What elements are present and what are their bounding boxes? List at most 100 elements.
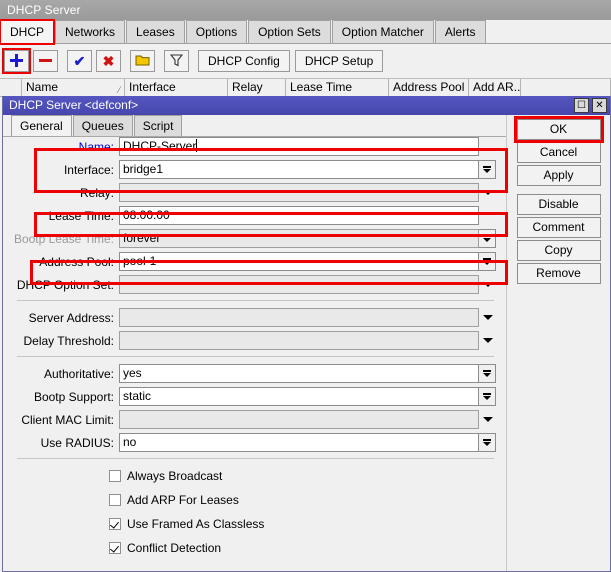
field-row-bootp-support: Bootp Support: static (3, 387, 508, 406)
input-interface[interactable]: bridge1 (119, 160, 479, 179)
dhcp-config-button[interactable]: DHCP Config (198, 49, 290, 72)
disable-button[interactable]: ✖ (96, 49, 121, 72)
maximize-icon[interactable]: ☐ (574, 98, 589, 113)
main-tab-option-matcher[interactable]: Option Matcher (331, 20, 434, 43)
dropdown-button-interface[interactable] (479, 160, 496, 179)
chevron-down-icon (482, 315, 493, 320)
cancel-button[interactable]: Cancel (516, 142, 601, 163)
input-name[interactable]: DHCP-Server (119, 137, 479, 156)
checkbox-row-conflict-detection[interactable]: Conflict Detection (3, 538, 508, 557)
column-header-interface[interactable]: Interface (125, 79, 228, 97)
dialog-title-bar[interactable]: DHCP Server <defconf> ☐ ✕ (3, 96, 610, 115)
checkbox-row-add-arp-for-leases[interactable]: Add ARP For Leases (3, 490, 508, 509)
label-dhcp-option-set: DHCP Option Set: (16, 277, 114, 292)
enable-button[interactable]: ✔ (67, 49, 92, 72)
input-relay[interactable] (119, 183, 479, 202)
dialog-tab-queues[interactable]: Queues (72, 115, 133, 136)
input-lease-time[interactable]: 08:00:00 (119, 206, 479, 225)
label-bootp-support: Bootp Support: (33, 389, 114, 404)
checkbox-conflict-detection[interactable] (109, 541, 121, 554)
input-dhcp-option-set[interactable] (119, 275, 479, 294)
add-button[interactable] (2, 47, 31, 74)
remove-button[interactable] (33, 49, 58, 72)
button-label: Disable (538, 197, 579, 211)
disable-button[interactable]: Disable (516, 194, 601, 215)
main-tab-label: DHCP (10, 25, 45, 39)
checkbox-use-framed-as-classless[interactable] (109, 517, 121, 530)
checkbox-row-always-broadcast[interactable]: Always Broadcast (3, 466, 508, 485)
dropdown-bar-icon (483, 258, 491, 260)
column-header-blank[interactable] (0, 79, 22, 97)
dropdown-arrow-server-address[interactable] (479, 308, 496, 327)
main-tab-alerts[interactable]: Alerts (434, 20, 486, 43)
column-header-label: Interface (129, 80, 176, 94)
comment-button[interactable] (130, 49, 155, 72)
dropdown-arrow-delay-threshold[interactable] (479, 331, 496, 350)
input-server-address[interactable] (119, 308, 479, 327)
copy-button[interactable]: Copy (516, 240, 601, 261)
column-header-name[interactable]: Name ⁄ (22, 79, 125, 97)
input-use-radius[interactable]: no (119, 433, 479, 452)
checkbox-label: Add ARP For Leases (127, 492, 239, 507)
close-icon[interactable]: ✕ (592, 98, 607, 113)
dialog-tab-label: Script (142, 119, 174, 133)
dropdown-arrow-relay[interactable] (479, 183, 496, 202)
apply-button[interactable]: Apply (516, 165, 601, 186)
dropdown-button-bootp-support[interactable] (479, 387, 496, 406)
column-header-address-pool[interactable]: Address Pool (389, 79, 469, 97)
field-group-general: Name: DHCP-Server Interface: bridge1 Relay: L… (3, 137, 508, 294)
field-row-interface: Interface: bridge1 (3, 160, 508, 179)
main-tab-option-sets[interactable]: Option Sets (248, 20, 331, 43)
main-tab-options[interactable]: Options (185, 20, 248, 43)
dialog-tab-general[interactable]: General (11, 115, 72, 137)
input-address-pool[interactable]: pool-1 (119, 252, 479, 271)
dropdown-arrow-client-mac-limit[interactable] (479, 410, 496, 429)
remove-button[interactable]: Remove (516, 263, 601, 284)
checkbox-label: Use Framed As Classless (127, 516, 265, 531)
column-header-add-ar[interactable]: Add AR... (469, 79, 521, 97)
dropdown-button-use-radius[interactable] (479, 433, 496, 452)
input-bootp-support[interactable]: static (119, 387, 479, 406)
dropdown-arrow-dhcp-option-set[interactable] (479, 275, 496, 294)
plus-icon (10, 54, 23, 67)
field-row-authoritative: Authoritative: yes (3, 364, 508, 383)
field-row-relay: Relay: (3, 183, 508, 202)
input-authoritative[interactable]: yes (119, 364, 479, 383)
checkbox-always-broadcast[interactable] (109, 469, 121, 482)
dropdown-button-bootp-lease-time[interactable] (479, 229, 496, 248)
dropdown-button-address-pool[interactable] (479, 252, 496, 271)
main-tab-dhcp[interactable]: DHCP (0, 19, 56, 45)
dropdown-button-authoritative[interactable] (479, 364, 496, 383)
label-interface: Interface: (63, 162, 114, 177)
window-title-bar: DHCP Server (0, 0, 611, 20)
field-row-bootp-lease-time: Bootp Lease Time: forever (3, 229, 508, 248)
field-group-server: Server Address: Delay Threshold: (3, 308, 508, 350)
text-caret (196, 139, 198, 152)
column-header-lease-time[interactable]: Lease Time (286, 79, 389, 97)
filter-icon (170, 54, 183, 67)
checkbox-row-use-framed-as-classless[interactable]: Use Framed As Classless (3, 514, 508, 533)
folder-icon (135, 55, 150, 66)
column-header-blank[interactable] (521, 79, 611, 97)
label-name: Name: (78, 139, 114, 154)
main-tab-leases[interactable]: Leases (126, 20, 185, 43)
input-bootp-lease-time[interactable]: forever (119, 229, 479, 248)
column-header-relay[interactable]: Relay (228, 79, 286, 97)
checkbox-add-arp-for-leases[interactable] (109, 493, 121, 506)
comment-button[interactable]: Comment (516, 217, 601, 238)
button-label: Remove (536, 266, 581, 280)
input-delay-threshold[interactable] (119, 331, 479, 350)
main-tab-networks[interactable]: Networks (55, 20, 126, 43)
dropdown-bar-icon (483, 166, 491, 168)
button-label: Cancel (539, 145, 578, 159)
dhcp-setup-button[interactable]: DHCP Setup (294, 49, 384, 72)
input-value: pool-1 (123, 254, 157, 268)
label-client-mac-limit: Client MAC Limit: (21, 412, 114, 427)
ok-button[interactable]: OK (513, 116, 604, 143)
label-relay: Relay: (79, 185, 114, 200)
dialog-tab-script[interactable]: Script (133, 115, 183, 136)
label-authoritative: Authoritative: (43, 366, 114, 381)
filter-button[interactable] (164, 49, 189, 72)
input-client-mac-limit[interactable] (119, 410, 479, 429)
main-tab-label: Option Sets (258, 25, 321, 39)
